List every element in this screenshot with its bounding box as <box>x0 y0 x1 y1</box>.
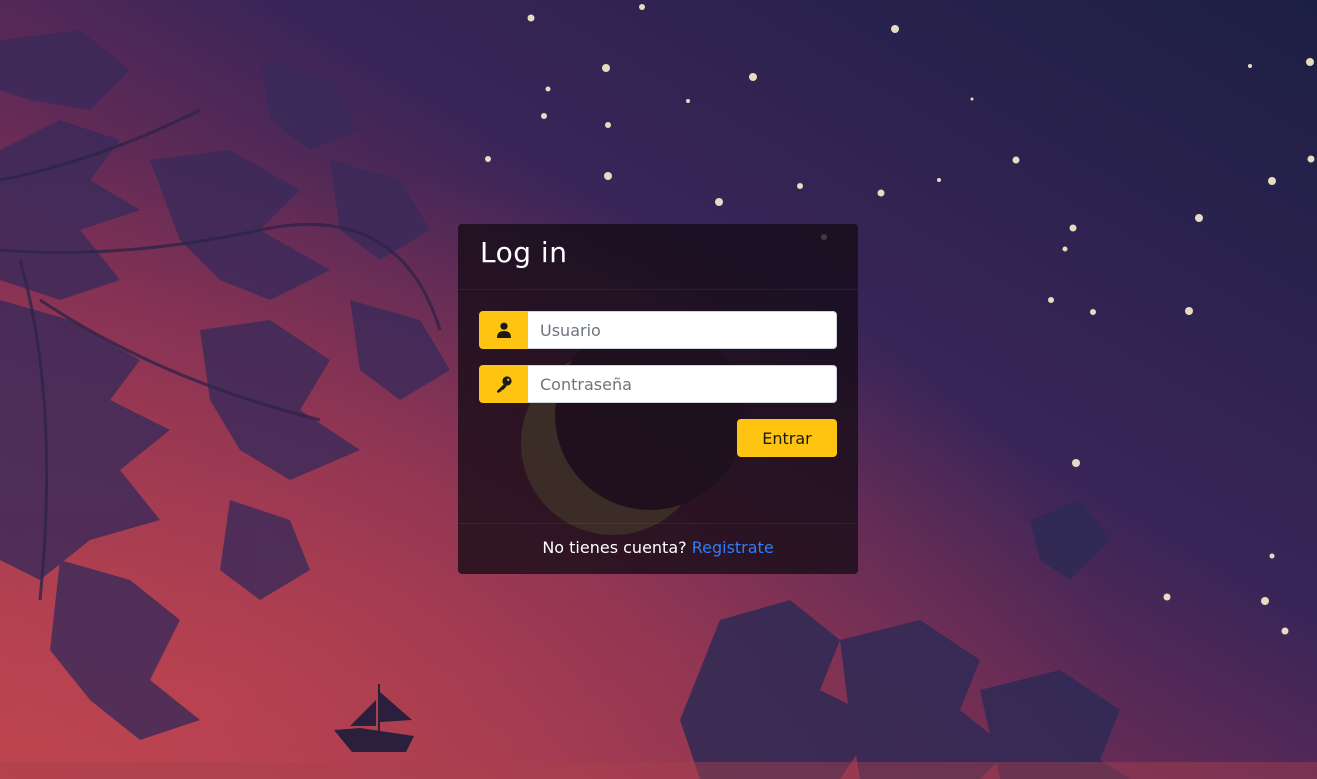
register-link[interactable]: Registrate <box>692 538 774 557</box>
login-title: Log in <box>480 236 568 269</box>
key-icon <box>479 365 528 403</box>
footer-text: No tienes cuenta? <box>542 538 687 557</box>
username-input[interactable] <box>528 311 837 349</box>
login-card: Log in Entrar No tienes cuenta? Registra… <box>458 224 858 574</box>
login-card-footer: No tienes cuenta? Registrate <box>458 523 858 574</box>
login-card-header: Log in <box>458 224 858 290</box>
login-button[interactable]: Entrar <box>737 419 837 457</box>
password-input[interactable] <box>528 365 837 403</box>
password-group <box>479 365 837 403</box>
username-group <box>479 311 837 349</box>
user-icon <box>479 311 528 349</box>
